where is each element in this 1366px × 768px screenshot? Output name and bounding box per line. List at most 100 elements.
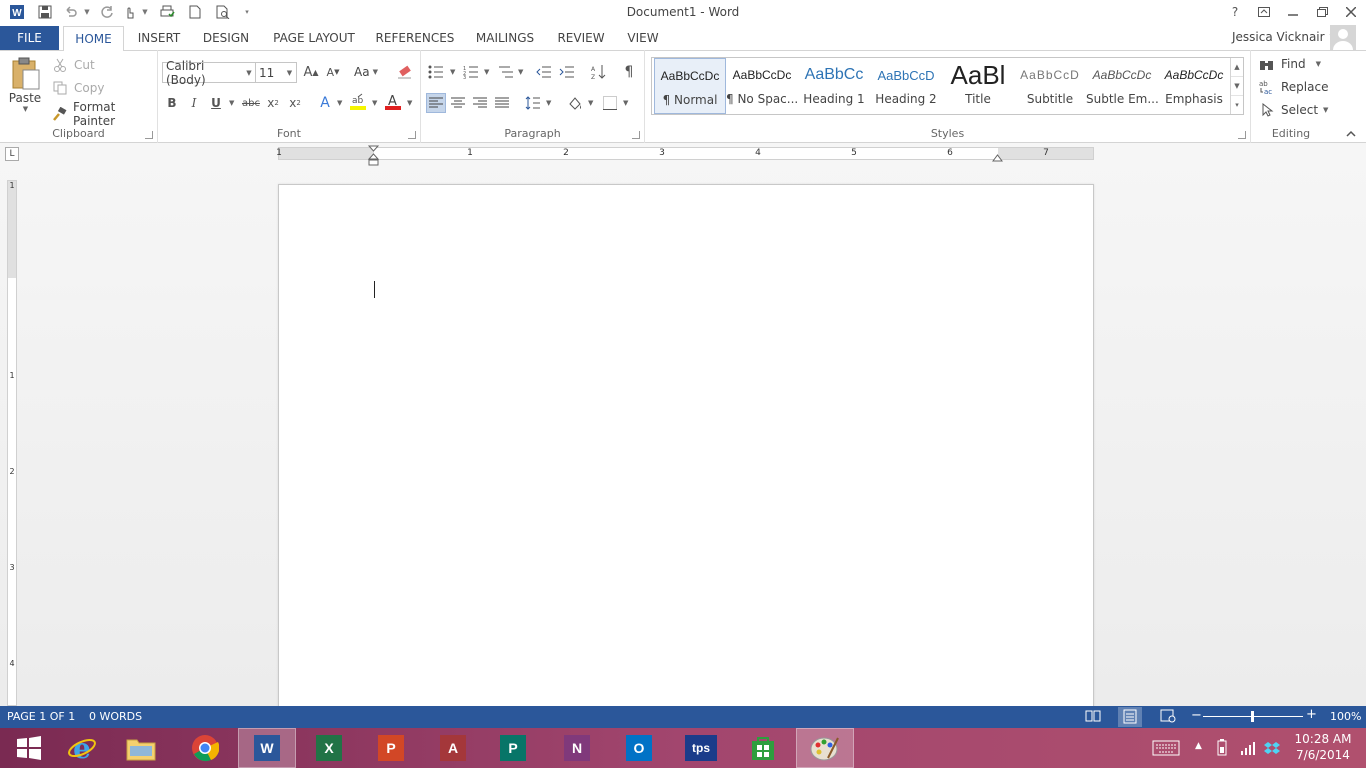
bullets-dropdown-icon[interactable]: ▼ [450, 68, 455, 76]
show-hidden-icons-icon[interactable]: ▲ [1195, 741, 1202, 751]
replace-button[interactable]: ab ac Replace [1257, 77, 1328, 97]
taskbar-file-explorer[interactable] [112, 728, 170, 768]
user-account[interactable]: Jessica Vicknair ▼ [1232, 30, 1335, 44]
taskbar-publisher[interactable]: P [484, 728, 542, 768]
help-button[interactable]: ? [1221, 0, 1249, 24]
taskbar-outlook[interactable]: O [610, 728, 668, 768]
style-title[interactable]: AaBl Title [942, 58, 1014, 114]
touch-keyboard-icon[interactable] [1152, 740, 1180, 759]
print-icon[interactable] [156, 2, 178, 22]
new-document-icon[interactable] [184, 2, 206, 22]
highlight-icon[interactable]: ab [349, 93, 369, 113]
shading-dropdown-icon[interactable]: ▼ [588, 99, 593, 107]
decrease-indent-icon[interactable] [534, 62, 554, 82]
align-right-icon[interactable] [470, 93, 490, 113]
styles-launcher-icon[interactable] [1238, 131, 1246, 139]
font-family-combo[interactable]: Calibri (Body) ▼ [162, 59, 256, 87]
document-page[interactable] [278, 184, 1094, 714]
tab-insert[interactable]: INSERT [131, 26, 187, 50]
tab-selector[interactable]: L [5, 147, 19, 161]
vertical-ruler[interactable]: 1 1 2 3 4 [7, 180, 17, 706]
page-count[interactable]: PAGE 1 OF 1 [7, 710, 75, 723]
word-app-icon[interactable]: W [6, 2, 28, 22]
subscript-icon[interactable]: x2 [263, 93, 283, 113]
text-effects-icon[interactable]: A [315, 93, 335, 113]
taskbar-paint[interactable] [796, 728, 854, 768]
taskbar-onenote[interactable]: N [548, 728, 606, 768]
clear-formatting-icon[interactable] [395, 62, 415, 82]
align-center-icon[interactable] [448, 93, 468, 113]
change-case-button[interactable]: Aa ▼ [354, 62, 378, 82]
ribbon-display-options-icon[interactable] [1250, 0, 1278, 24]
collapse-ribbon-icon[interactable] [1345, 128, 1357, 140]
copy-button[interactable]: Copy [50, 78, 104, 98]
align-left-icon[interactable] [426, 93, 446, 113]
undo-dropdown-icon[interactable]: ▼ [82, 2, 92, 22]
style-subtitle[interactable]: AaBbCcD Subtitle [1014, 58, 1086, 114]
redo-icon[interactable] [96, 2, 118, 22]
increase-indent-icon[interactable] [557, 62, 577, 82]
style-heading-1[interactable]: AaBbCc Heading 1 [798, 58, 870, 114]
zoom-in-icon[interactable]: + [1306, 707, 1317, 722]
customize-toolbar-icon[interactable]: ▾ [242, 2, 252, 22]
right-indent-marker-icon[interactable] [992, 151, 1003, 162]
numbering-icon[interactable]: 123 [461, 62, 481, 82]
multilevel-dropdown-icon[interactable]: ▼ [518, 68, 523, 76]
shrink-font-icon[interactable]: A ▼ [323, 62, 343, 82]
underline-dropdown-icon[interactable]: ▼ [229, 99, 234, 107]
horizontal-ruler[interactable]: 1 1 2 3 4 5 6 7 [276, 147, 1094, 160]
paragraph-launcher-icon[interactable] [632, 131, 640, 139]
zoom-level[interactable]: 100% [1330, 710, 1361, 723]
font-family-dropdown-icon[interactable]: ▼ [243, 69, 255, 77]
tab-references[interactable]: REFERENCES [373, 26, 457, 50]
tab-home[interactable]: HOME [63, 26, 124, 51]
start-button[interactable] [0, 728, 58, 768]
style-normal[interactable]: AaBbCcDc ¶ Normal [654, 58, 726, 114]
line-spacing-icon[interactable] [523, 93, 543, 113]
tab-review[interactable]: REVIEW [553, 26, 609, 50]
style-emphasis[interactable]: AaBbCcDc Emphasis [1158, 58, 1230, 114]
format-painter-button[interactable]: Format Painter [50, 100, 157, 128]
touch-mode-dropdown-icon[interactable]: ▼ [140, 2, 150, 22]
font-size-combo[interactable]: 11 ▼ [255, 62, 297, 83]
power-icon[interactable] [1215, 739, 1229, 760]
multilevel-list-icon[interactable] [496, 62, 516, 82]
taskbar-tps[interactable]: tps [672, 728, 730, 768]
close-icon[interactable] [1337, 0, 1365, 24]
style-no-spacing[interactable]: AaBbCcDc ¶ No Spac... [726, 58, 798, 114]
tab-view[interactable]: VIEW [622, 26, 664, 50]
taskbar-store[interactable] [734, 728, 792, 768]
clipboard-launcher-icon[interactable] [145, 131, 153, 139]
show-formatting-marks-icon[interactable]: ¶ [619, 62, 639, 82]
italic-icon[interactable]: I [184, 93, 204, 113]
font-launcher-icon[interactable] [408, 131, 416, 139]
highlight-dropdown-icon[interactable]: ▼ [372, 99, 377, 107]
style-heading-2[interactable]: AaBbCcD Heading 2 [870, 58, 942, 114]
taskbar-word[interactable]: W [238, 728, 296, 768]
taskbar-powerpoint[interactable]: P [362, 728, 420, 768]
bold-icon[interactable]: B [162, 93, 182, 113]
save-icon[interactable] [34, 2, 56, 22]
minimize-icon[interactable] [1279, 0, 1307, 24]
indent-marker-icon[interactable] [367, 145, 380, 167]
taskbar-internet-explorer[interactable]: e [53, 728, 111, 768]
undo-icon[interactable] [60, 2, 82, 22]
strikethrough-icon[interactable]: abc [241, 93, 261, 113]
touch-mode-icon[interactable] [118, 2, 140, 22]
tab-mailings[interactable]: MAILINGS [470, 26, 540, 50]
print-layout-icon[interactable] [1118, 707, 1142, 727]
tab-file[interactable]: FILE [0, 26, 59, 50]
restore-icon[interactable] [1308, 0, 1336, 24]
find-button[interactable]: Find ▼ [1257, 54, 1321, 74]
font-color-icon[interactable]: A [384, 93, 404, 113]
bullets-icon[interactable] [426, 62, 446, 82]
font-size-dropdown-icon[interactable]: ▼ [283, 69, 296, 77]
tab-page-layout[interactable]: PAGE LAYOUT [268, 26, 360, 50]
print-preview-icon[interactable] [212, 2, 234, 22]
superscript-icon[interactable]: x2 [285, 93, 305, 113]
gallery-down-icon[interactable]: ▼ [1231, 77, 1243, 96]
sort-icon[interactable]: AZ [589, 62, 609, 82]
text-effects-dropdown-icon[interactable]: ▼ [337, 99, 342, 107]
system-clock[interactable]: 10:28 AM 7/6/2014 [1285, 731, 1361, 763]
shading-icon[interactable] [565, 93, 585, 113]
